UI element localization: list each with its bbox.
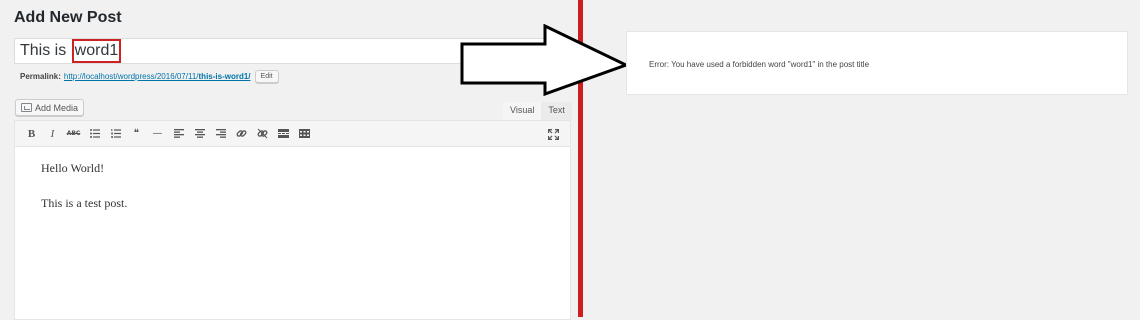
post-title-prefix: This is: [20, 42, 71, 59]
permalink-row: Permalink: http://localhost/wordpress/20…: [20, 70, 279, 83]
tab-text[interactable]: Text: [541, 102, 572, 120]
add-media-button[interactable]: Add Media: [15, 99, 85, 116]
remove-link-icon[interactable]: [252, 125, 273, 143]
media-icon: [21, 103, 32, 112]
bulleted-list-icon[interactable]: [84, 125, 105, 143]
content-editor: B I ABC ❝ — Hello World! This is a test …: [14, 120, 571, 320]
error-message: Error: You have used a forbidden word "w…: [649, 60, 870, 69]
permalink-slug: this-is-word1/: [198, 72, 251, 81]
align-center-icon[interactable]: [189, 125, 210, 143]
permalink-edit-button[interactable]: Edit: [254, 70, 279, 83]
content-line-1: Hello World!: [41, 161, 105, 175]
right-arrow-icon: [460, 24, 630, 96]
page-title: Add New Post: [14, 9, 122, 26]
forbidden-word-highlight: word1: [71, 39, 122, 63]
permalink-link[interactable]: http://localhost/wordpress/2016/07/11/th…: [64, 72, 251, 81]
editor-toolbar: B I ABC ❝ —: [15, 121, 570, 147]
align-right-icon[interactable]: [210, 125, 231, 143]
add-media-label: Add Media: [35, 102, 79, 113]
permalink-url-base: http://localhost/wordpress/2016/07/11/: [63, 72, 199, 81]
permalink-label: Permalink:: [20, 72, 61, 81]
italic-icon[interactable]: I: [42, 125, 63, 143]
editor-content[interactable]: Hello World! This is a test post.: [15, 147, 570, 245]
error-panel: Error: You have used a forbidden word "w…: [626, 31, 1128, 95]
editor-tabs: Visual Text: [503, 102, 572, 120]
distraction-free-icon[interactable]: [543, 125, 564, 143]
toolbar-toggle-icon[interactable]: [294, 125, 315, 143]
content-line-2: This is a test post.: [41, 196, 128, 210]
numbered-list-icon[interactable]: [105, 125, 126, 143]
strikethrough-icon[interactable]: ABC: [63, 125, 84, 143]
bold-icon[interactable]: B: [21, 125, 42, 143]
align-left-icon[interactable]: [168, 125, 189, 143]
read-more-icon[interactable]: [273, 125, 294, 143]
insert-link-icon[interactable]: [231, 125, 252, 143]
tab-visual[interactable]: Visual: [503, 102, 542, 120]
blockquote-icon[interactable]: ❝: [126, 125, 147, 143]
horizontal-line-icon[interactable]: —: [147, 125, 168, 143]
